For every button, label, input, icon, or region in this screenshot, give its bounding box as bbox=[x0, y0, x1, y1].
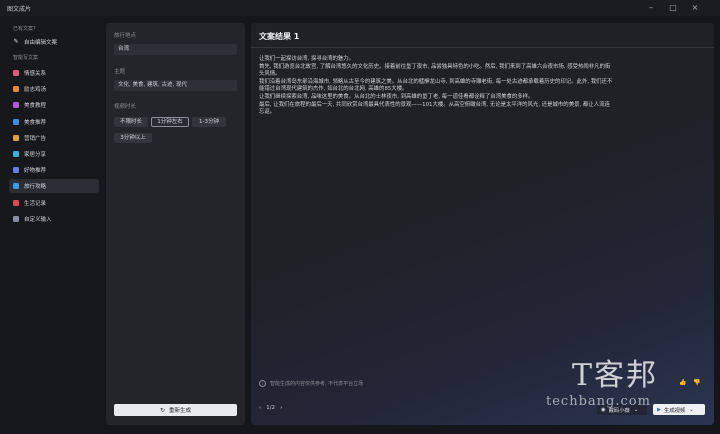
page-indicator: 1/2 bbox=[266, 405, 276, 411]
sidebar-item[interactable]: 营销广告 bbox=[9, 131, 99, 145]
refresh-icon: ↻ bbox=[159, 406, 165, 414]
sidebar: 已有文案? ✎ 自由编辑文案 智能写文案 情感关系励志鸡汤美食教程美食推荐营销广… bbox=[0, 16, 104, 434]
place-label: 旅行地点 bbox=[114, 33, 137, 39]
heart-icon bbox=[13, 70, 19, 76]
close-icon[interactable]: × bbox=[684, 2, 706, 14]
place-input[interactable]: 台湾 bbox=[114, 44, 237, 55]
techbang-watermark: T客邦 techbang.com bbox=[540, 348, 720, 434]
result-line: 让我们一起探访台湾, 探寻台湾的魅力。 bbox=[259, 56, 355, 62]
sidebar-item-label: 家居分享 bbox=[24, 152, 47, 158]
theme-label: 主题 bbox=[114, 69, 126, 75]
pen-icon: ✎ bbox=[13, 38, 19, 45]
edit-icon bbox=[13, 215, 19, 222]
sidebar-item-label: 情感关系 bbox=[24, 71, 47, 77]
next-page-icon[interactable]: › bbox=[280, 405, 282, 411]
home-icon bbox=[13, 151, 19, 157]
sidebar-item-label: 自定义输入 bbox=[24, 216, 52, 223]
sidebar-item[interactable]: 美食推荐 bbox=[9, 115, 99, 129]
sidebar-item[interactable]: 情感关系 bbox=[9, 66, 99, 80]
duration-option-unlimited[interactable]: 不限时长 bbox=[114, 117, 148, 127]
theme-input[interactable]: 文化, 美食, 建筑, 古迹, 现代 bbox=[114, 80, 237, 91]
divider bbox=[251, 47, 714, 48]
food-icon bbox=[13, 118, 19, 125]
sidebar-item-label: 好物推荐 bbox=[24, 168, 47, 175]
sidebar-item[interactable]: 家居分享 bbox=[9, 147, 99, 161]
result-line: 头风情。 bbox=[259, 71, 281, 78]
sidebar-item-label: 自由编辑文案 bbox=[24, 40, 58, 46]
sidebar-item-label: 生活记录 bbox=[24, 200, 47, 207]
regenerate-button[interactable]: ↻ 重新生成 bbox=[114, 404, 237, 416]
result-title: 文案结果 1 bbox=[259, 32, 300, 41]
sidebar-item[interactable]: 自定义输入 bbox=[9, 212, 99, 226]
window-title: 图文成片 bbox=[7, 6, 32, 13]
flame-icon bbox=[13, 86, 19, 93]
megaphone-icon bbox=[13, 134, 19, 141]
sidebar-item[interactable]: 励志鸡汤 bbox=[9, 82, 99, 96]
sidebar-item-label: 美食教程 bbox=[24, 103, 47, 110]
result-line: 最后, 让我们在旅程的最后一天, 共同欣赏台湾最具代表性的景观——101大楼。从… bbox=[259, 101, 610, 108]
duration-label: 视频时长 bbox=[114, 104, 137, 110]
regenerate-label: 重新生成 bbox=[169, 408, 192, 414]
section-existing-label: 已有文案? bbox=[13, 26, 36, 32]
prev-page-icon[interactable]: ‹ bbox=[259, 405, 261, 411]
result-text[interactable]: 让我们一起探访台湾, 探寻台湾的魅力。 首先, 我们游览台北故宫, 了解台湾悠久… bbox=[259, 56, 704, 117]
result-line: 首先, 我们游览台北故宫, 了解台湾悠久的文化历史。接着前往垦丁夜市, 品尝独具… bbox=[259, 63, 611, 70]
duration-option-3min-plus[interactable]: 3分钟以上 bbox=[114, 133, 152, 143]
result-line: 能错过台湾现代建筑的杰作, 如台北的台北网, 高雄的85大楼。 bbox=[259, 86, 408, 93]
plane-icon bbox=[13, 183, 19, 190]
sidebar-item-label: 美食推荐 bbox=[24, 119, 47, 126]
disclaimer-text: 智能生成的内容仅供参考, 不代表平台立场 bbox=[270, 381, 364, 387]
result-line: 忘返。 bbox=[259, 109, 276, 116]
watermark-text: techbang.com bbox=[546, 394, 651, 409]
result-line: 让我们继续探索台湾, 品味这里的美食。从台北的士林夜市, 到高雄的垦丁老, 每一… bbox=[259, 93, 534, 100]
minimize-icon[interactable]: – bbox=[640, 2, 662, 14]
sidebar-item[interactable]: 好物推荐 bbox=[9, 163, 99, 177]
section-smart-label: 智能写文案 bbox=[13, 55, 39, 61]
watermark-logo: T客邦 bbox=[572, 358, 659, 393]
sidebar-item[interactable]: 生活记录 bbox=[9, 196, 99, 210]
config-panel: 旅行地点 台湾 主题 文化, 美食, 建筑, 古迹, 现代 视频时长 不限时长 … bbox=[106, 23, 245, 425]
disclaimer: i 智能生成的内容仅供参考, 不代表平台立场 bbox=[259, 380, 363, 387]
info-icon: i bbox=[259, 380, 266, 387]
duration-option-1min[interactable]: 1分钟左右 bbox=[151, 117, 189, 127]
sidebar-item-label: 旅行攻略 bbox=[24, 184, 47, 191]
pagination: ‹ 1/2 › bbox=[259, 405, 287, 411]
title-bar: 图文成片 – □ × bbox=[0, 0, 720, 16]
camera-icon bbox=[13, 199, 19, 206]
sidebar-item-label: 励志鸡汤 bbox=[24, 87, 47, 94]
sidebar-item-custom-edit[interactable]: ✎ 自由编辑文案 bbox=[9, 35, 99, 49]
sidebar-item[interactable]: 美食教程 bbox=[9, 98, 99, 112]
sidebar-item[interactable]: 旅行攻略 bbox=[9, 179, 99, 194]
duration-option-1-3min[interactable]: 1-3分钟 bbox=[192, 117, 226, 127]
bag-icon bbox=[13, 167, 19, 174]
maximize-icon[interactable]: □ bbox=[662, 2, 684, 14]
cup-icon bbox=[13, 102, 19, 109]
sidebar-item-label: 营销广告 bbox=[24, 135, 47, 142]
